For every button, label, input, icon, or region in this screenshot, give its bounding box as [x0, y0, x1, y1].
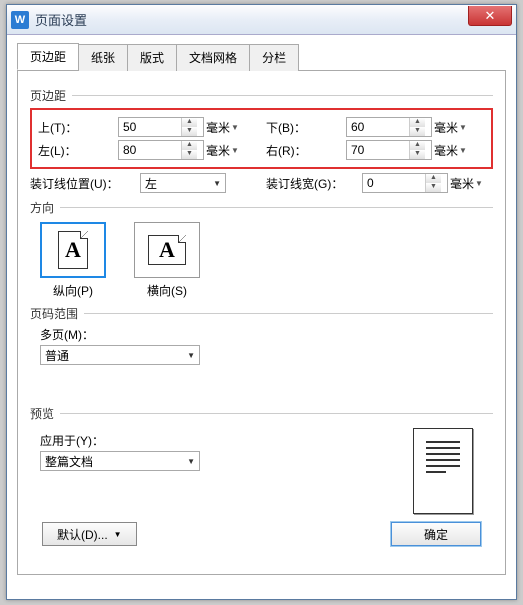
tab-columns[interactable]: 分栏	[249, 44, 299, 71]
margins-section-label: 页边距	[30, 87, 493, 104]
spin-up-icon[interactable]: ▲	[410, 118, 425, 127]
chevron-down-icon: ▼	[187, 457, 195, 466]
margin-bottom-input[interactable]: ▲▼	[346, 117, 432, 137]
tab-layout[interactable]: 版式	[127, 44, 177, 71]
portrait-box[interactable]: A	[40, 222, 106, 278]
margin-bottom-unit[interactable]: 毫米▼	[434, 119, 474, 136]
spin-down-icon[interactable]: ▼	[182, 127, 197, 136]
app-icon: W	[11, 11, 29, 29]
margin-left-unit[interactable]: 毫米▼	[206, 142, 246, 159]
page-setup-window: W 页面设置 ✕ 页边距 纸张 版式 文档网格 分栏 页边距 上(T)： ▲▼ …	[6, 4, 517, 600]
margin-top-field[interactable]	[119, 118, 181, 136]
chevron-down-icon: ▼	[187, 351, 195, 360]
margin-top-unit[interactable]: 毫米▼	[206, 119, 246, 136]
multipage-label: 多页(M)：	[40, 326, 493, 343]
margin-right-label: 右(R)：	[266, 142, 346, 159]
spin-down-icon[interactable]: ▼	[410, 150, 425, 159]
preview-section-label: 预览	[30, 405, 493, 422]
multipage-combo[interactable]: 普通 ▼	[40, 345, 200, 365]
margin-right-input[interactable]: ▲▼	[346, 140, 432, 160]
chevron-down-icon: ▼	[213, 179, 221, 188]
window-title: 页面设置	[35, 10, 87, 29]
ok-button[interactable]: 确定	[391, 522, 481, 546]
landscape-box[interactable]: A	[134, 222, 200, 278]
margin-left-input[interactable]: ▲▼	[118, 140, 204, 160]
margin-top-input[interactable]: ▲▼	[118, 117, 204, 137]
spin-down-icon[interactable]: ▼	[182, 150, 197, 159]
gutter-width-label: 装订线宽(G)：	[266, 175, 362, 192]
spin-up-icon[interactable]: ▲	[182, 141, 197, 150]
margin-bottom-field[interactable]	[347, 118, 409, 136]
margins-highlight-box: 上(T)： ▲▼ 毫米▼ 下(B)： ▲▼ 毫米▼ 左(L)：	[30, 108, 493, 169]
gutter-pos-label: 装订线位置(U)：	[30, 175, 140, 192]
landscape-label: 横向(S)	[134, 282, 200, 299]
margin-top-label: 上(T)：	[38, 119, 118, 136]
spin-up-icon[interactable]: ▲	[182, 118, 197, 127]
margin-bottom-label: 下(B)：	[266, 119, 346, 136]
gutter-width-unit[interactable]: 毫米▼	[450, 175, 490, 192]
client-area: 页边距 纸张 版式 文档网格 分栏 页边距 上(T)： ▲▼ 毫米▼ 下(B)：	[7, 35, 516, 585]
spin-up-icon[interactable]: ▲	[426, 174, 441, 183]
close-button[interactable]: ✕	[468, 6, 512, 26]
titlebar[interactable]: W 页面设置 ✕	[7, 5, 516, 35]
gutter-width-field[interactable]	[363, 174, 425, 192]
preview-thumbnail	[413, 428, 473, 514]
orientation-group: A 纵向(P) A 横向(S)	[40, 222, 493, 299]
tab-docgrid[interactable]: 文档网格	[176, 44, 250, 71]
gutter-pos-combo[interactable]: 左▼	[140, 173, 226, 193]
dialog-footer: 默认(D)...▼ 确定	[30, 514, 493, 546]
tabpanel-margins: 页边距 上(T)： ▲▼ 毫米▼ 下(B)： ▲▼ 毫米▼	[17, 71, 506, 575]
portrait-icon: A	[58, 231, 88, 269]
orientation-landscape[interactable]: A 横向(S)	[134, 222, 200, 299]
chevron-down-icon: ▼	[114, 530, 122, 539]
margin-right-unit[interactable]: 毫米▼	[434, 142, 474, 159]
margin-right-field[interactable]	[347, 141, 409, 159]
tab-margins[interactable]: 页边距	[17, 43, 79, 70]
spin-down-icon[interactable]: ▼	[426, 183, 441, 192]
apply-to-value: 整篇文档	[45, 453, 93, 470]
margin-left-label: 左(L)：	[38, 142, 118, 159]
tab-paper[interactable]: 纸张	[78, 44, 128, 71]
tab-strip: 页边距 纸张 版式 文档网格 分栏	[17, 43, 506, 71]
page-range-section-label: 页码范围	[30, 305, 493, 322]
apply-to-combo[interactable]: 整篇文档 ▼	[40, 451, 200, 471]
spin-up-icon[interactable]: ▲	[410, 141, 425, 150]
margin-left-field[interactable]	[119, 141, 181, 159]
apply-to-label: 应用于(Y)：	[40, 432, 200, 449]
landscape-icon: A	[148, 235, 186, 265]
gutter-width-input[interactable]: ▲▼	[362, 173, 448, 193]
spin-down-icon[interactable]: ▼	[410, 127, 425, 136]
orientation-portrait[interactable]: A 纵向(P)	[40, 222, 106, 299]
portrait-label: 纵向(P)	[40, 282, 106, 299]
multipage-value: 普通	[45, 347, 69, 364]
gutter-pos-value: 左	[145, 175, 157, 192]
orientation-section-label: 方向	[30, 199, 493, 216]
default-button[interactable]: 默认(D)...▼	[42, 522, 137, 546]
